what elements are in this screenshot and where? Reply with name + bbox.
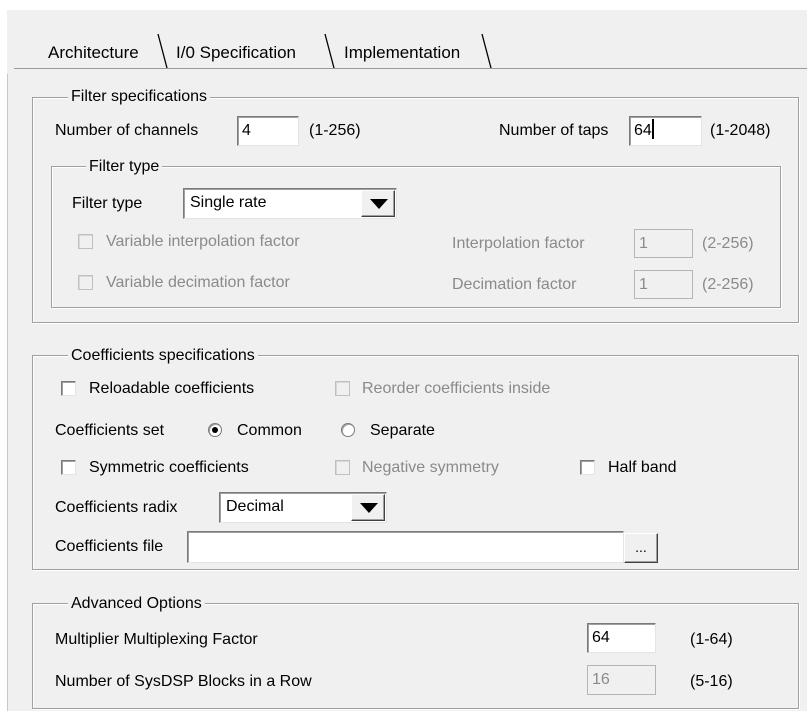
filter-type-label: Filter type: [72, 195, 143, 212]
chevron-down-icon[interactable]: [361, 190, 395, 217]
number-of-channels-label: Number of channels: [55, 122, 199, 139]
half-band-checkbox[interactable]: [580, 460, 595, 475]
variable-interpolation-label: Variable interpolation factor: [106, 233, 300, 250]
coefficients-specifications-legend: Coefficients specifications: [68, 346, 258, 366]
coefficients-set-common-radio[interactable]: [208, 423, 222, 437]
variable-decimation-label: Variable decimation factor: [106, 274, 290, 291]
multiplier-multiplexing-label: Multiplier Multiplexing Factor: [55, 631, 258, 648]
reloadable-coefficients-label: Reloadable coefficients: [89, 380, 255, 397]
tab-io-specification[interactable]: I/0 Specification: [176, 36, 296, 69]
number-of-taps-label: Number of taps: [499, 122, 609, 139]
coefficients-file-label: Coefficients file: [55, 538, 164, 555]
sysdsp-blocks-range: (5-16): [690, 673, 733, 690]
tab-architecture[interactable]: Architecture: [48, 36, 139, 69]
interpolation-factor-range: (2-256): [702, 235, 754, 252]
coefficients-set-label: Coefficients set: [55, 422, 165, 439]
symmetric-coefficients-label: Symmetric coefficients: [89, 459, 249, 476]
tab-implementation[interactable]: Implementation: [344, 36, 460, 69]
tab-separator: [481, 34, 493, 68]
filter-specifications-legend: Filter specifications: [68, 87, 211, 107]
negative-symmetry-checkbox[interactable]: [335, 460, 350, 475]
sysdsp-blocks-input[interactable]: 16: [587, 665, 656, 695]
decimation-factor-label: Decimation factor: [452, 276, 577, 293]
coefficients-file-input[interactable]: [187, 531, 624, 563]
tab-separator: [157, 34, 169, 68]
advanced-options-legend: Advanced Options: [68, 594, 205, 614]
sysdsp-blocks-label: Number of SysDSP Blocks in a Row: [55, 673, 312, 690]
number-of-channels-input[interactable]: 4: [237, 116, 299, 146]
tab-separator: [324, 34, 336, 68]
filter-type-dropdown[interactable]: Single rate: [183, 188, 397, 219]
reorder-coefficients-checkbox[interactable]: [335, 381, 350, 396]
filter-type-value: Single rate: [190, 194, 267, 211]
number-of-taps-range: (1-2048): [710, 122, 771, 139]
coefficients-radix-value: Decimal: [226, 498, 284, 515]
advanced-options-group: [32, 603, 799, 709]
filter-type-legend: Filter type: [86, 157, 163, 177]
variable-interpolation-checkbox[interactable]: [78, 234, 93, 249]
coefficients-set-separate-label: Separate: [370, 422, 435, 439]
reorder-coefficients-label: Reorder coefficients inside: [362, 380, 551, 397]
multiplier-multiplexing-range: (1-64): [690, 631, 733, 648]
reloadable-coefficients-checkbox[interactable]: [61, 381, 76, 396]
coefficients-set-separate-radio[interactable]: [341, 423, 355, 437]
half-band-label: Half band: [608, 459, 677, 476]
number-of-taps-input[interactable]: 64: [629, 116, 702, 146]
multiplier-multiplexing-input[interactable]: 64: [587, 623, 656, 653]
negative-symmetry-label: Negative symmetry: [362, 459, 499, 476]
coefficients-radix-label: Coefficients radix: [55, 499, 178, 516]
decimation-factor-range: (2-256): [702, 276, 754, 293]
decimation-factor-input[interactable]: 1: [634, 270, 693, 299]
interpolation-factor-label: Interpolation factor: [452, 235, 585, 252]
interpolation-factor-input[interactable]: 1: [634, 229, 693, 258]
symmetric-coefficients-checkbox[interactable]: [61, 460, 76, 475]
coefficients-radix-dropdown[interactable]: Decimal: [219, 492, 387, 523]
coefficients-set-common-label: Common: [237, 422, 302, 439]
chevron-down-icon[interactable]: [351, 494, 385, 521]
number-of-channels-range: (1-256): [309, 122, 361, 139]
variable-decimation-checkbox[interactable]: [78, 275, 93, 290]
browse-file-button[interactable]: ...: [624, 533, 658, 563]
